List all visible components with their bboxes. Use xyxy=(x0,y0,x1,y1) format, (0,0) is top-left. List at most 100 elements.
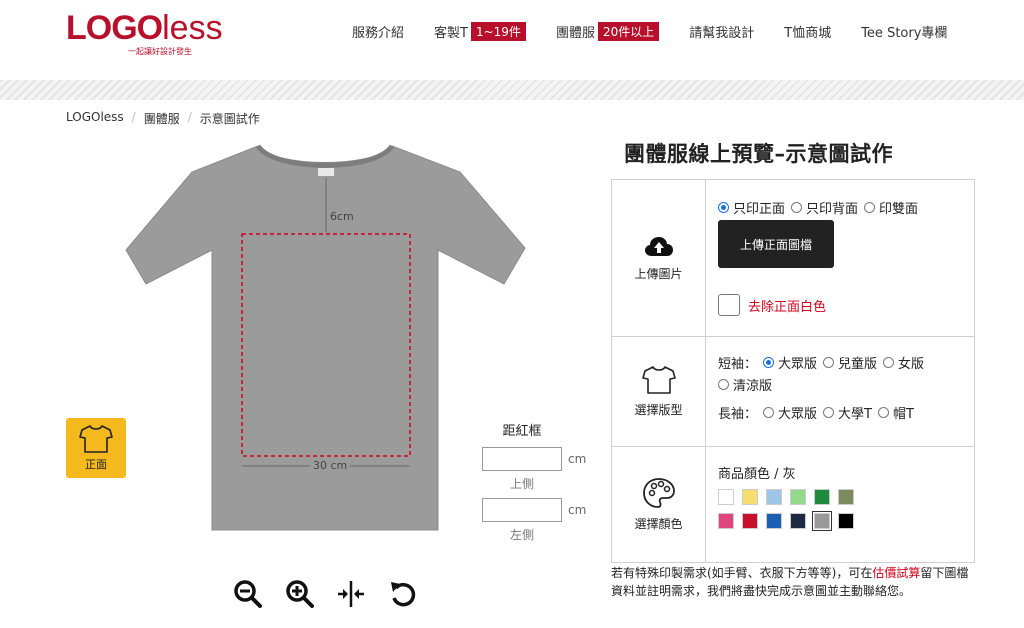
margin-left-label: 左側 xyxy=(509,528,534,542)
options-panel: 上傳圖片 只印正面 只印背面 印雙面 上傳正面圖檔 去除正面白色 選擇版型 短袖… xyxy=(611,179,975,563)
main-nav: 服務介紹 客製T 1~19件 團體服 20件以上 請幫我設計 T恤商城 Tee St… xyxy=(352,22,977,41)
upload-section: 上傳圖片 只印正面 只印背面 印雙面 上傳正面圖檔 去除正面白色 xyxy=(612,180,974,337)
breadcrumb-separator: / xyxy=(131,110,136,124)
radio-short-kids[interactable] xyxy=(823,357,835,368)
radio-long-hoodie[interactable] xyxy=(877,407,889,418)
option-label: 大眾版 xyxy=(778,407,818,422)
color-swatch[interactable] xyxy=(812,511,832,531)
long-sleeve-label: 長袖： xyxy=(718,407,758,422)
nav-item-tee-story[interactable]: Tee Story專欄 xyxy=(861,22,947,41)
option-label: 帽T xyxy=(892,407,914,422)
short-sleeve-options: 短袖： 大眾版 兒童版 女版 xyxy=(718,353,924,372)
dim-top-label: 6cm xyxy=(330,210,354,223)
nav-item-group-wear[interactable]: 團體服 20件以上 xyxy=(555,22,660,41)
option-label: 大學T xyxy=(838,407,872,422)
color-swatch[interactable] xyxy=(742,489,758,505)
long-sleeve-options: 長袖： 大眾版 大學T 帽T xyxy=(718,403,914,422)
radio-short-women[interactable] xyxy=(883,357,895,368)
radio-long-standard[interactable] xyxy=(763,407,775,418)
breadcrumb-current: 示意圖試作 xyxy=(199,112,260,126)
margin-top-input[interactable] xyxy=(482,447,562,471)
margin-top-label: 上側 xyxy=(509,477,534,491)
color-swatch[interactable] xyxy=(766,489,782,505)
color-section-label: 選擇顏色 xyxy=(634,517,683,531)
color-swatch[interactable] xyxy=(790,489,806,505)
upload-section-label: 上傳圖片 xyxy=(634,266,683,281)
estimate-link[interactable]: 估價試算 xyxy=(872,566,920,580)
nav-badge: 1~19件 xyxy=(470,22,526,41)
remove-white-row: 去除正面白色 xyxy=(718,294,826,316)
upload-front-button[interactable]: 上傳正面圖檔 xyxy=(718,220,834,268)
breadcrumb-separator: / xyxy=(187,110,192,124)
radio-both-sides[interactable] xyxy=(864,202,876,213)
fit-section: 選擇版型 短袖： 大眾版 兒童版 女版 清涼版 長袖： 大眾版 大學T 帽T xyxy=(612,337,974,447)
site-logo[interactable]: LOGOless 一起讓好設計發生 xyxy=(66,8,223,60)
color-section: 選擇顏色 商品顏色 / 灰 xyxy=(612,447,974,562)
option-label: 清涼版 xyxy=(733,379,773,394)
header-divider-stripe xyxy=(0,80,1024,100)
center-align-icon[interactable] xyxy=(336,578,366,610)
radio-short-cool[interactable] xyxy=(718,379,729,390)
logo-tagline: 一起讓好設計發生 xyxy=(128,47,192,56)
note-text-before: 若有特殊印製需求(如手臂、衣服下方等等)，可在 xyxy=(611,566,873,580)
radio-short-standard[interactable] xyxy=(763,357,775,368)
fit-section-label: 選擇版型 xyxy=(634,403,683,417)
nav-label: T恤商城 xyxy=(784,26,832,41)
color-swatch[interactable] xyxy=(718,513,734,529)
option-label: 女版 xyxy=(898,357,925,372)
breadcrumb-group-wear[interactable]: 團體服 xyxy=(144,110,180,127)
nav-item-design-for-me[interactable]: 請幫我設計 xyxy=(689,22,754,41)
nav-item-tshirt-shop[interactable]: T恤商城 xyxy=(784,22,831,41)
margin-top-unit: cm xyxy=(568,452,587,466)
palette-icon xyxy=(642,478,675,508)
option-label: 大眾版 xyxy=(778,357,818,372)
front-view-button[interactable]: 正面 xyxy=(66,418,126,478)
logo-main-text: LOGO xyxy=(66,9,163,47)
tshirt-icon xyxy=(641,366,676,394)
nav-badge: 20件以上 xyxy=(597,22,660,41)
shirt-preview: 6cm 30 cm xyxy=(120,138,530,538)
nav-label: 客製T xyxy=(434,26,468,41)
zoom-in-icon[interactable] xyxy=(284,578,314,610)
current-color-label: 商品顏色 / 灰 xyxy=(718,467,796,482)
reset-rotate-icon[interactable] xyxy=(388,578,418,610)
breadcrumb: LOGOless / 團體服 / 示意圖試作 xyxy=(66,110,260,127)
remove-white-checkbox[interactable] xyxy=(718,294,740,316)
cloud-upload-icon xyxy=(644,236,673,256)
tshirt-front-icon xyxy=(79,425,113,453)
front-view-label: 正面 xyxy=(85,458,107,471)
color-swatches xyxy=(718,489,862,537)
color-swatch[interactable] xyxy=(790,513,806,529)
color-swatch[interactable] xyxy=(814,489,830,505)
remove-white-label[interactable]: 去除正面白色 xyxy=(748,296,826,315)
option-label: 印雙面 xyxy=(879,202,919,217)
option-label: 只印背面 xyxy=(806,202,859,217)
margin-title: 距紅框 xyxy=(502,424,542,439)
color-swatch[interactable] xyxy=(838,513,854,529)
nav-item-services[interactable]: 服務介紹 xyxy=(352,22,404,41)
nav-label: 請幫我設計 xyxy=(689,26,755,41)
margin-left-input[interactable] xyxy=(482,498,562,522)
breadcrumb-home[interactable]: LOGOless xyxy=(66,110,124,127)
special-request-note: 若有特殊印製需求(如手臂、衣服下方等等)，可在估價試算留下圖檔資料並註明需求，我… xyxy=(611,564,979,600)
option-label: 兒童版 xyxy=(838,357,878,372)
radio-back-only[interactable] xyxy=(791,202,803,213)
print-side-options: 只印正面 只印背面 印雙面 xyxy=(718,198,918,217)
short-sleeve-label: 短袖： xyxy=(718,357,758,372)
logo-less-text: less xyxy=(162,9,223,47)
color-swatch[interactable] xyxy=(742,513,758,529)
zoom-out-icon[interactable] xyxy=(232,578,262,610)
tshirt-image xyxy=(125,144,526,531)
color-swatch[interactable] xyxy=(766,513,782,529)
nav-label: 團體服 xyxy=(555,26,595,41)
short-sleeve-options-row2: 清涼版 xyxy=(718,375,772,394)
margin-controls: 距紅框 cm 上側 cm 左側 xyxy=(482,420,592,549)
color-swatch[interactable] xyxy=(718,489,734,505)
color-swatch[interactable] xyxy=(838,489,854,505)
radio-front-only[interactable] xyxy=(718,202,729,213)
radio-long-sweatshirt[interactable] xyxy=(823,407,835,418)
nav-label: Tee Story專欄 xyxy=(861,26,948,41)
nav-item-custom-tee[interactable]: 客製T 1~19件 xyxy=(434,22,526,41)
site-header: LOGOless 一起讓好設計發生 服務介紹 客製T 1~19件 團體服 20件以上… xyxy=(0,0,1024,80)
nav-label: 服務介紹 xyxy=(352,26,405,41)
